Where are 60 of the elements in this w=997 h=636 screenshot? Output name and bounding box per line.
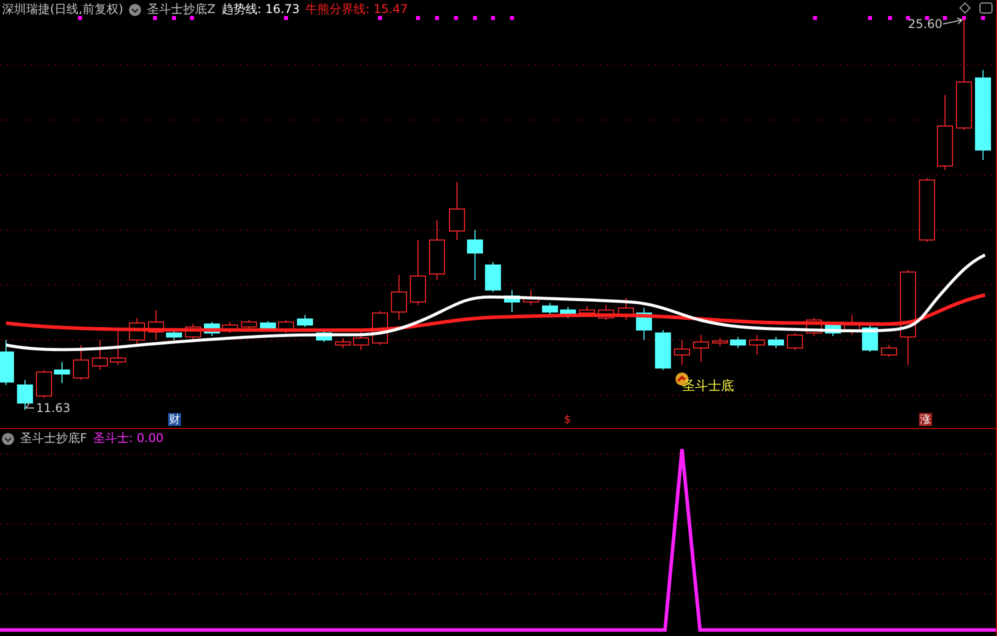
candlestick — [712, 338, 728, 346]
high-price-label: 25.60 — [908, 17, 942, 31]
candlestick — [0, 340, 14, 386]
indicator-name: 圣斗士抄底Z — [147, 1, 216, 18]
candlestick — [749, 334, 765, 356]
arrow-icon — [942, 18, 963, 24]
candlestick — [674, 340, 690, 366]
candlestick — [598, 304, 614, 320]
candlestick — [73, 344, 89, 380]
candlestick — [449, 182, 465, 240]
chevron-down-icon[interactable] — [2, 432, 14, 444]
candlestick — [560, 306, 576, 318]
candlestick — [618, 298, 634, 320]
candlestick — [204, 322, 220, 336]
candlestick — [410, 240, 426, 306]
low-price-label: 11.63 — [36, 401, 70, 415]
window-toggle-icon[interactable] — [980, 2, 992, 14]
indicator-value-label: 圣斗士: 0.00 — [92, 430, 164, 447]
line-value-label: 牛熊分界线: 15.47 — [306, 1, 408, 18]
chevron-down-icon[interactable] — [129, 4, 142, 16]
candlestick — [36, 370, 52, 398]
candlestick — [768, 336, 784, 348]
candlestick — [542, 302, 558, 316]
candlestick — [881, 344, 897, 358]
stock-title: 深圳瑞捷(日线,前复权) — [2, 1, 124, 18]
candlestick — [353, 330, 369, 350]
candlestick — [110, 330, 126, 366]
candlestick — [17, 380, 33, 410]
candlestick — [504, 290, 520, 312]
candlestick — [278, 320, 294, 334]
candlestick — [92, 340, 108, 370]
candlestick — [844, 314, 860, 336]
candlestick — [297, 314, 313, 328]
candlestick — [335, 338, 351, 348]
candlestick — [523, 290, 539, 306]
candlestick — [54, 362, 70, 384]
candlestick — [185, 324, 201, 340]
event-marker[interactable]: 财 — [168, 413, 181, 426]
candlestick — [391, 274, 407, 320]
candlestick — [636, 308, 652, 340]
line-value-label: 趋势线: 16.73 — [221, 1, 300, 18]
candlestick — [579, 306, 595, 316]
candlestick — [485, 262, 501, 292]
candlestick — [222, 322, 238, 334]
diamond-icon[interactable] — [959, 2, 971, 14]
candlestick — [148, 310, 164, 340]
indicator-name: 圣斗士抄底F — [20, 430, 87, 447]
candlestick — [241, 320, 257, 330]
event-marker[interactable]: $ — [563, 413, 572, 426]
candlestick — [919, 178, 935, 242]
candlestick — [467, 230, 483, 280]
candlestick — [787, 332, 803, 350]
candlestick — [429, 220, 445, 280]
candlestick — [730, 336, 746, 348]
signal-label: 圣斗士底 — [682, 378, 734, 395]
candlestick — [655, 330, 671, 370]
candlestick — [693, 334, 709, 362]
event-marker[interactable]: 涨 — [919, 413, 932, 426]
candlestick — [260, 320, 276, 330]
candlestick — [129, 318, 145, 346]
